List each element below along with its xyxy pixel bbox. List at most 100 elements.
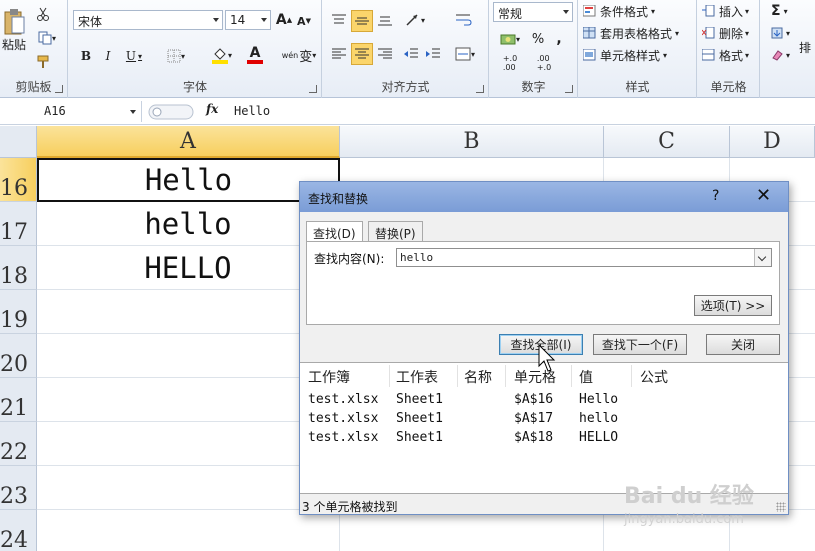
row-header-16[interactable]: 16 (0, 158, 37, 202)
row-header-24[interactable]: 24 (0, 510, 37, 551)
column-header-d[interactable]: D (730, 126, 815, 158)
result-workbook: test.xlsx (308, 392, 379, 407)
sort-filter-button[interactable]: 排 (799, 38, 811, 56)
row-header-22[interactable]: 22 (0, 422, 37, 466)
bold-button[interactable]: B (77, 46, 95, 66)
italic-button[interactable]: I (99, 46, 117, 66)
number-format-select[interactable]: 常规 (493, 2, 573, 22)
font-launcher-icon[interactable] (309, 85, 317, 93)
font-color-button[interactable]: A (241, 44, 269, 66)
close-icon[interactable]: ✕ (756, 185, 771, 206)
column-divider[interactable] (631, 365, 632, 387)
row-header-18[interactable]: 18 (0, 246, 37, 290)
options-button[interactable]: 选项(T) >> (694, 295, 772, 316)
find-next-button[interactable]: 查找下一个(F) (593, 334, 687, 355)
decrease-indent-button[interactable] (401, 44, 421, 64)
select-all-corner[interactable] (0, 126, 37, 158)
result-header-workbook[interactable]: 工作簿 (308, 367, 350, 387)
merge-center-button[interactable]: ▾ (451, 44, 479, 64)
align-left-button[interactable] (329, 44, 349, 64)
row-header-17[interactable]: 17 (0, 202, 37, 246)
find-what-input[interactable]: hello (396, 248, 772, 267)
align-top-button[interactable] (329, 10, 349, 30)
result-header-formula[interactable]: 公式 (640, 367, 668, 387)
comma-button[interactable]: , (552, 30, 566, 48)
editing-group: Σ ▾ ▾ ▾ 排 (761, 0, 815, 98)
orientation-button[interactable]: ▾ (401, 10, 429, 30)
dialog-title-bar[interactable]: 查找和替换 ? ✕ (300, 182, 788, 212)
column-divider[interactable] (389, 365, 390, 387)
result-sheet: Sheet1 (396, 411, 443, 426)
column-divider[interactable] (457, 365, 458, 387)
chevron-down-icon: ▾ (138, 51, 143, 61)
cell-a18[interactable]: HELLO (37, 246, 340, 290)
conditional-format-icon (583, 5, 596, 17)
result-header-name[interactable]: 名称 (464, 367, 492, 387)
paste-button[interactable]: 粘贴 (0, 2, 28, 58)
font-color-icon: A (249, 45, 261, 61)
format-painter-button[interactable] (34, 54, 52, 70)
chevron-down-icon[interactable] (754, 249, 771, 266)
clear-button[interactable]: ▾ (771, 46, 790, 64)
copy-button[interactable]: ▾ (34, 30, 60, 46)
result-cell: $A$16 (514, 392, 554, 407)
help-button[interactable]: ? (712, 188, 719, 204)
formula-content[interactable]: Hello (234, 104, 270, 118)
format-as-table-button[interactable]: 套用表格格式 ▾ (583, 24, 679, 42)
scissors-icon (37, 7, 49, 21)
column-header-c[interactable]: C (604, 126, 730, 158)
align-right-button[interactable] (375, 44, 395, 64)
autosum-button[interactable]: Σ ▾ (771, 2, 788, 20)
fill-color-button[interactable]: ▾ (207, 44, 237, 66)
find-what-value: hello (400, 251, 434, 264)
accounting-format-button[interactable]: ▾ (496, 30, 524, 48)
align-middle-button[interactable] (351, 10, 373, 32)
cut-button[interactable] (34, 6, 52, 22)
grow-font-button[interactable]: A ▲ (275, 10, 293, 30)
insert-function-button[interactable]: fx (206, 102, 218, 116)
resize-grip-icon[interactable] (776, 502, 786, 512)
alignment-launcher-icon[interactable] (476, 85, 484, 93)
format-button[interactable]: 格式 ▾ (702, 46, 749, 64)
shrink-font-button[interactable]: A ▼ (295, 12, 313, 30)
delete-button[interactable]: 删除 ▾ (702, 24, 749, 42)
align-bottom-button[interactable] (375, 10, 395, 30)
chevron-down-icon: ▾ (786, 28, 791, 38)
row-header-23[interactable]: 23 (0, 466, 37, 510)
tab-replace[interactable]: 替换(P) (368, 221, 423, 241)
fill-button[interactable]: ▾ (771, 24, 790, 42)
row-header-21[interactable]: 21 (0, 378, 37, 422)
align-left-icon (332, 48, 346, 59)
row-header-20[interactable]: 20 (0, 334, 37, 378)
phonetic-button[interactable]: wén 变 ▾ (281, 44, 317, 66)
insert-button[interactable]: 插入 ▾ (702, 2, 749, 20)
percent-button[interactable]: % (530, 30, 546, 48)
tab-find[interactable]: 查找(D) (306, 221, 363, 242)
border-button[interactable]: ▾ (161, 46, 191, 66)
decrease-decimal-button[interactable]: .00 +.0 (528, 52, 560, 74)
font-name-select[interactable]: 宋体 (73, 10, 223, 30)
result-header-sheet[interactable]: 工作表 (396, 367, 438, 387)
close-button[interactable]: 关闭 (706, 334, 780, 355)
wrap-text-button[interactable] (453, 10, 475, 30)
clipboard-launcher-icon[interactable] (55, 85, 63, 93)
name-box[interactable]: A16 (0, 101, 142, 122)
result-header-value[interactable]: 值 (579, 367, 593, 387)
row-header-19[interactable]: 19 (0, 290, 37, 334)
chevron-down-icon: ▾ (663, 50, 668, 60)
font-size-select[interactable]: 14 (225, 10, 271, 30)
align-center-button[interactable] (351, 43, 373, 65)
cell-a17[interactable]: hello (37, 202, 340, 246)
increase-indent-button[interactable] (423, 44, 443, 64)
column-divider[interactable] (505, 365, 506, 387)
results-list[interactable]: 工作簿 工作表 名称 单元格 值 公式 test.xlsx Sheet1 $A$… (300, 362, 788, 494)
underline-button[interactable]: U ▾ (121, 46, 147, 66)
conditional-format-button[interactable]: 条件格式 ▾ (583, 2, 655, 20)
cell-a16[interactable]: Hello (37, 158, 340, 202)
number-launcher-icon[interactable] (565, 85, 573, 93)
column-header-a[interactable]: A (37, 126, 340, 158)
column-header-b[interactable]: B (340, 126, 604, 158)
cell-styles-button[interactable]: 单元格样式 ▾ (583, 46, 667, 64)
column-divider[interactable] (571, 365, 572, 387)
increase-decimal-button[interactable]: +.0 .00 (494, 52, 526, 74)
